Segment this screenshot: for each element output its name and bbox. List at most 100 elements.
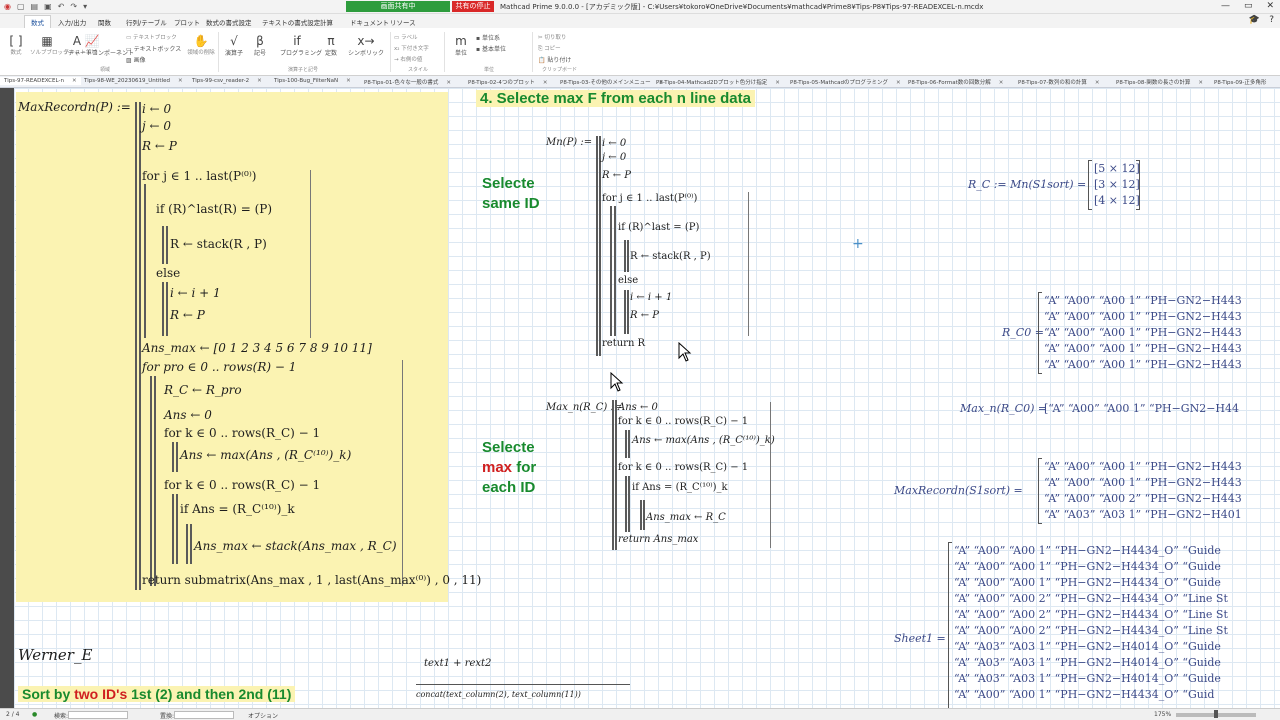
close-icon[interactable]: ✕ xyxy=(446,80,451,86)
doc-tab[interactable]: P8-Tips-06-Format数の回数分解 ✕ xyxy=(908,78,1003,86)
doc-tab[interactable]: P8-Tips-04-Mathcad2Dプロット色分け指定 ✕ xyxy=(656,78,780,86)
text-block-icon: ▭ xyxy=(126,35,133,41)
stop-sharing-button[interactable]: 共有の停止 xyxy=(452,1,494,12)
copy-button[interactable]: ⎘ コピー xyxy=(538,44,561,53)
doc-tab[interactable]: P8-Tips-08-関数の長さの計算 ✕ xyxy=(1116,78,1203,86)
image-button[interactable]: ▨ 画像 xyxy=(126,55,146,64)
right-value-button[interactable]: → 右側の値 xyxy=(394,55,422,63)
close-icon[interactable]: ✕ xyxy=(543,80,548,86)
tab-functions[interactable]: 関数 xyxy=(98,17,111,27)
new-file-icon[interactable]: ▢ xyxy=(17,2,25,11)
doc-tab[interactable]: Tips-98-WE_20230619_Untitled ✕ xyxy=(84,78,183,84)
program-line: R ← P xyxy=(602,170,631,181)
minimize-icon[interactable]: — xyxy=(1221,1,1230,11)
tab-resources[interactable]: リソース xyxy=(390,17,416,27)
program-line: j ← 0 xyxy=(142,119,172,133)
tab-calculation[interactable]: 計算 xyxy=(320,17,333,27)
close-icon[interactable]: ✕ xyxy=(72,78,77,84)
close-icon[interactable]: ✕ xyxy=(1095,80,1100,86)
math-icon: [ ] xyxy=(9,34,23,48)
close-icon[interactable]: ✕ xyxy=(999,80,1004,86)
programming-button[interactable]: if プログラミング xyxy=(280,34,322,57)
customize-icon[interactable]: ▾ xyxy=(83,2,87,11)
matrix-row: “A” “A00” “A00 1” “PH−GN2−H443 xyxy=(1044,294,1242,307)
program-bar xyxy=(162,226,164,264)
operator-button[interactable]: √ 演算子 xyxy=(222,34,246,57)
left-gutter xyxy=(0,88,14,708)
doc-tab[interactable]: P8-Tips-03-その他のメインメニュー ✕ xyxy=(560,78,663,86)
redo-icon[interactable]: ↷ xyxy=(70,2,77,11)
delete-region-button[interactable]: ✋ 領域の削除 xyxy=(186,34,216,56)
tab-plots[interactable]: プロット xyxy=(174,17,200,27)
image-icon: ▨ xyxy=(126,57,134,64)
base-unit-button[interactable]: ▪ 基本単位 xyxy=(476,44,506,53)
zoom-level: 175% xyxy=(1154,711,1172,718)
search-input[interactable] xyxy=(68,711,128,719)
solve-block-button[interactable]: ▦ ソルブブロック xyxy=(30,34,69,56)
tab-math-formatting[interactable]: 数式の書式設定 xyxy=(206,17,252,27)
symbol-button[interactable]: β 記号 xyxy=(250,34,270,57)
options-button[interactable]: オプション xyxy=(248,711,278,720)
math-button[interactable]: [ ] 数式 xyxy=(4,34,28,56)
maximize-icon[interactable]: ▭ xyxy=(1244,1,1253,11)
subscript-button[interactable]: x₂ 下付き文字 xyxy=(394,44,429,52)
doc-tab[interactable]: Tips-99-csv_reader-2 ✕ xyxy=(192,78,262,84)
doc-tab[interactable]: Tips-97-READEXCEL-n ✕ xyxy=(0,77,81,85)
close-icon[interactable]: ✕ xyxy=(896,80,901,86)
tab-input-output[interactable]: 入力/出力 xyxy=(58,17,86,27)
program-line: Ans_max ← R_C xyxy=(646,512,726,523)
operator-icon: √ xyxy=(230,34,238,48)
program-line: else xyxy=(156,266,181,280)
program-line: R ← stack(R , P) xyxy=(170,237,267,251)
program-line: if Ans = (R_C⁽¹⁰⁾)_k xyxy=(632,482,728,493)
label-dropdown[interactable]: ▭ ラベル xyxy=(394,33,417,41)
doc-tab[interactable]: P8-Tips-05-Mathcadのプログラミング ✕ xyxy=(790,78,901,86)
cut-button[interactable]: ✂ 切り取り xyxy=(538,33,566,41)
doc-tab[interactable]: Tips-100-Bug_FilterNaN ✕ xyxy=(274,78,351,84)
matrix-row: “A” “A00” “A00 2” “PH−GN2−H443 xyxy=(1044,492,1242,505)
close-icon[interactable]: ✕ xyxy=(1266,1,1274,11)
open-file-icon[interactable]: ▤ xyxy=(31,2,39,11)
maxrecordn-s1sort-lhs: MaxRecordn(S1sort) = xyxy=(894,484,1023,497)
program-line: i ← 0 xyxy=(602,138,627,149)
programming-icon: if xyxy=(293,34,301,48)
worksheet[interactable]: MaxRecordn(P) := i ← 0 j ← 0 R ← P for j… xyxy=(14,88,1280,708)
undo-icon[interactable]: ↶ xyxy=(58,2,65,11)
tab-math[interactable]: 数式 xyxy=(24,15,51,28)
close-icon[interactable]: ✕ xyxy=(346,78,351,84)
help-icon[interactable]: ? xyxy=(1269,15,1274,25)
mn-definition-lhs: Mn(P) := xyxy=(546,137,593,148)
close-icon[interactable]: ✕ xyxy=(178,78,183,84)
app-logo-icon[interactable]: ◉ xyxy=(4,2,11,11)
close-icon[interactable]: ✕ xyxy=(1198,80,1203,86)
rc-definition-lhs: R_C := Mn(S1sort) = xyxy=(968,178,1087,191)
zoom-slider-handle[interactable] xyxy=(1214,710,1218,718)
matrix-row: “A” “A03” “A03 1” “PH−GN2−H4014_O” “Guid… xyxy=(954,656,1221,669)
tab-document[interactable]: ドキュメント xyxy=(350,17,389,27)
paste-button[interactable]: 📋 貼り付け xyxy=(538,55,571,64)
unit-button[interactable]: m 単位 xyxy=(450,34,472,57)
unit-system-dropdown[interactable]: ▪ 単位系 xyxy=(476,33,500,42)
text-box-button[interactable]: ▭ テキストボックス xyxy=(126,44,181,53)
mouse-cursor-icon xyxy=(678,342,692,362)
doc-tab[interactable]: P8-Tips-09-正多角形 xyxy=(1214,78,1266,86)
doc-tab[interactable]: P8-Tips-02-4つのプロット ✕ xyxy=(468,78,547,86)
matrix-cell: [3 × 12] xyxy=(1094,178,1140,191)
quick-access-toolbar: ◉ ▢ ▤ ▣ ↶ ↷ ▾ xyxy=(4,2,87,11)
close-icon[interactable]: ✕ xyxy=(257,78,262,84)
program-bar xyxy=(186,524,188,564)
text-block-button[interactable]: ▭ テキストブロック xyxy=(126,33,177,41)
chart-component-button[interactable]: 📈 チャートコンポーネント xyxy=(68,34,134,57)
constant-button[interactable]: π 定数 xyxy=(320,34,342,57)
doc-tab[interactable]: P8-Tips-01-色々な一般の書式 ✕ xyxy=(364,78,451,86)
screen-sharing-indicator[interactable]: 画面共有中 xyxy=(346,1,450,12)
save-icon[interactable]: ▣ xyxy=(44,2,52,11)
replace-input[interactable] xyxy=(174,711,234,719)
graduation-cap-icon[interactable]: 🎓 xyxy=(1249,15,1260,25)
doc-tab[interactable]: P8-Tips-07-数列の和の計算 ✕ xyxy=(1018,78,1099,86)
tab-matrices-tables[interactable]: 行列/テーブル xyxy=(126,17,167,27)
close-icon[interactable]: ✕ xyxy=(775,80,780,86)
symbolic-button[interactable]: x→ シンボリック xyxy=(348,34,384,57)
paste-icon: 📋 xyxy=(538,57,548,64)
tab-text-formatting[interactable]: テキストの書式設定 xyxy=(262,17,320,27)
